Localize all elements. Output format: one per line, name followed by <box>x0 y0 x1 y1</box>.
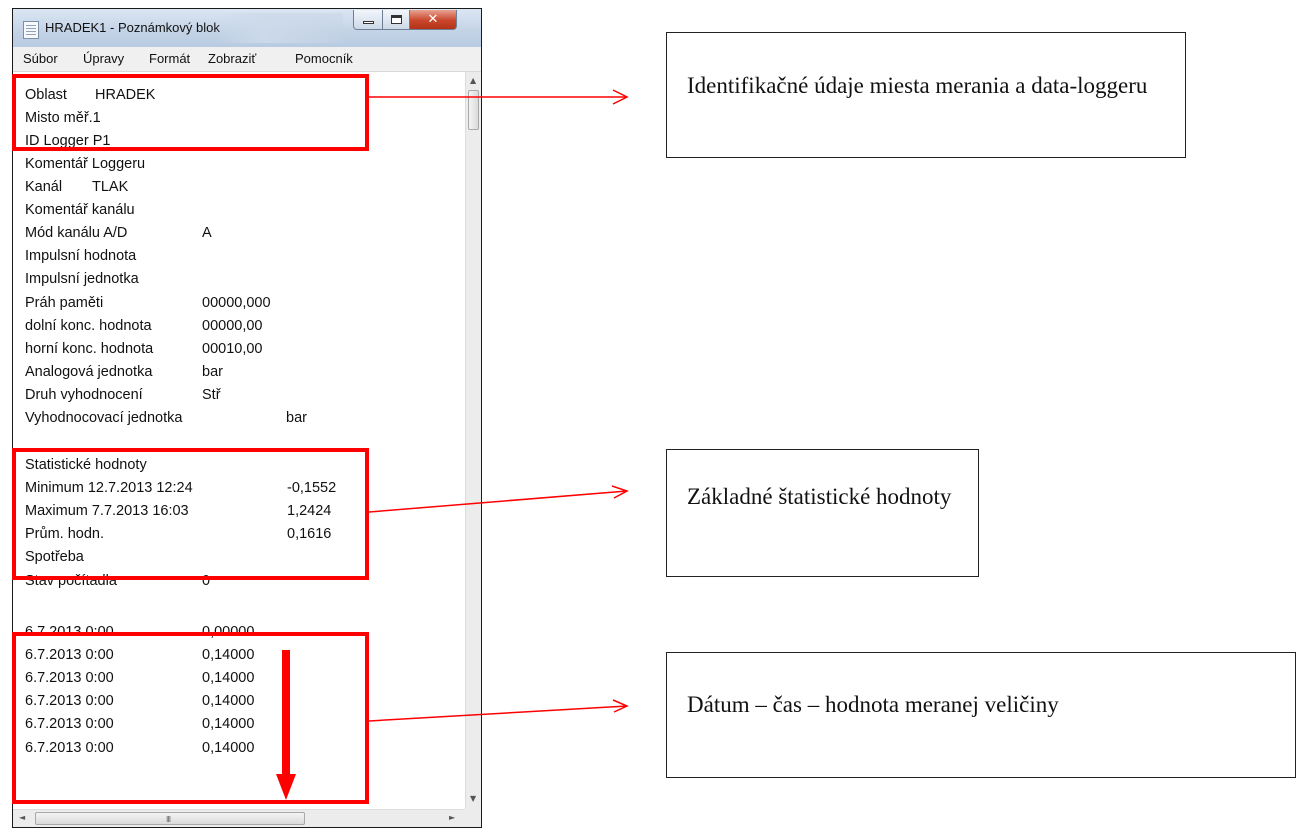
vertical-scrollbar[interactable]: ▲ ▼ <box>465 72 481 809</box>
menu-edit[interactable]: Úpravy <box>83 51 124 66</box>
close-icon: ✕ <box>427 12 439 27</box>
text-line-label: Analogová jednotka <box>25 364 153 380</box>
text-line-value: Stř <box>202 387 221 403</box>
down-arrow-icon <box>276 650 296 800</box>
text-line: Mód kanálu A/D A <box>25 224 212 242</box>
callout-identification: Identifikačné údaje miesta merania a dat… <box>666 32 1186 158</box>
callout-data-text: Dátum – čas – hodnota meranej veličiny <box>687 692 1059 717</box>
scroll-right-icon[interactable]: ► <box>449 813 455 822</box>
text-line-label: dolní konc. hodnota <box>25 318 152 334</box>
scroll-left-icon[interactable]: ◄ <box>19 813 25 822</box>
highlight-box-identification <box>12 74 369 151</box>
text-line-value: 00010,00 <box>202 341 263 357</box>
size-grip[interactable] <box>465 809 481 827</box>
text-line-value: 00000,000 <box>202 295 271 311</box>
text-line-label: Impulsní jednotka <box>25 271 139 287</box>
callout-identification-text: Identifikačné údaje miesta merania a dat… <box>687 73 1148 98</box>
text-line: Vyhodnocovací jednotka bar <box>25 409 307 427</box>
minimize-button[interactable] <box>353 10 383 30</box>
text-line-label: Vyhodnocovací jednotka <box>25 410 183 426</box>
text-line: horní konc. hodnota 00010,00 <box>25 340 262 358</box>
text-line: dolní konc. hodnota 00000,00 <box>25 317 262 335</box>
minimize-icon <box>362 20 374 24</box>
connector-arrowhead-2 <box>611 485 629 499</box>
menu-view[interactable]: Zobraziť <box>208 51 256 66</box>
text-line-value: 00000,00 <box>202 318 263 334</box>
close-button[interactable]: ✕ <box>409 10 457 30</box>
notepad-icon <box>23 21 39 39</box>
text-line-label: Komentář kanálu <box>25 202 135 218</box>
text-line: Komentář kanálu <box>25 201 135 219</box>
text-line-label: Impulsní hodnota <box>25 248 137 264</box>
text-line-value: bar <box>286 410 307 426</box>
menu-bar: Súbor Úpravy Formát Zobraziť Pomocník <box>13 47 481 72</box>
text-line-label: Mód kanálu A/D <box>25 225 128 241</box>
menu-file[interactable]: Súbor <box>23 51 58 66</box>
text-line-value: A <box>202 225 212 241</box>
text-line-label: Druh vyhodnocení <box>25 387 143 403</box>
window-title: HRADEK1 - Poznámkový blok <box>45 20 220 35</box>
callout-data: Dátum – čas – hodnota meranej veličiny <box>666 652 1296 778</box>
text-line: Druh vyhodnocení Stř <box>25 386 221 404</box>
text-line-label: Práh paměti <box>25 295 104 311</box>
text-line: Práh paměti 00000,000 <box>25 294 271 312</box>
text-line-value: bar <box>202 364 223 380</box>
highlight-box-data <box>12 632 369 804</box>
maximize-button[interactable] <box>382 10 410 30</box>
text-line-label: horní konc. hodnota <box>25 341 154 357</box>
text-line: Analogová jednotka bar <box>25 363 223 381</box>
callout-statistics: Základné štatistické hodnoty <box>666 449 979 577</box>
text-line: Komentář Loggeru <box>25 155 145 173</box>
vertical-scroll-thumb[interactable] <box>468 90 479 130</box>
text-line-value: TLAK <box>92 179 129 195</box>
scroll-down-icon[interactable]: ▼ <box>470 794 476 803</box>
scroll-up-icon[interactable]: ▲ <box>470 76 476 85</box>
menu-help[interactable]: Pomocník <box>295 51 353 66</box>
text-line: Kanál TLAK <box>25 178 128 196</box>
horizontal-scrollbar[interactable]: ◄ III ► <box>13 809 465 827</box>
title-bar[interactable]: HRADEK1 - Poznámkový blok ✕ <box>13 9 481 47</box>
maximize-icon <box>390 15 402 24</box>
text-line-label: Kanál <box>25 179 63 195</box>
highlight-box-statistics <box>12 448 369 580</box>
horizontal-scroll-thumb[interactable]: III <box>35 812 305 825</box>
callout-statistics-text: Základné štatistické hodnoty <box>687 484 952 509</box>
text-line-label: Komentář Loggeru <box>25 156 146 172</box>
connector-arrowhead-3 <box>612 699 629 713</box>
scroll-grip-icon: III <box>166 815 171 824</box>
connector-arrowhead-1 <box>612 89 629 105</box>
text-line: Impulsní jednotka <box>25 270 139 288</box>
text-line: Impulsní hodnota <box>25 247 136 265</box>
menu-format[interactable]: Formát <box>149 51 190 66</box>
